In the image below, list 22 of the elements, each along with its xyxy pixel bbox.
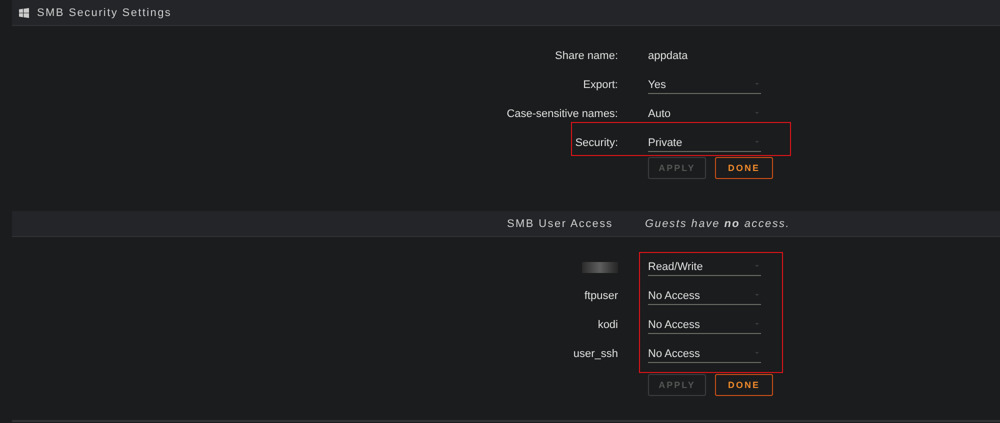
redacted-name [582, 262, 618, 273]
field-label: Security: [574, 136, 618, 149]
dropdown[interactable]: Private [648, 130, 761, 152]
done-button[interactable]: DONE [715, 157, 773, 179]
dropdown[interactable]: No Access [648, 312, 761, 334]
field-label: Share name: [554, 49, 618, 62]
user-name: ftpuser [583, 289, 618, 302]
dropdown[interactable]: Yes [648, 72, 761, 94]
done-button[interactable]: DONE [715, 374, 773, 396]
field-label: Case-sensitive names: [506, 107, 618, 120]
share-name-value: appdata [648, 49, 689, 64]
windows-icon [19, 8, 29, 18]
dropdown[interactable]: Auto [648, 101, 761, 123]
section-title: SMB Security Settings [37, 6, 172, 18]
dropdown[interactable]: No Access [648, 283, 761, 305]
field-label: Export: [582, 78, 618, 91]
user-name: kodi [596, 318, 618, 331]
user-name: user_ssh [572, 347, 618, 360]
section-title: SMB User Access [506, 218, 613, 230]
guest-note: Guests have no access. [645, 218, 790, 230]
dropdown[interactable]: No Access [648, 341, 761, 363]
dropdown[interactable]: Read/Write [648, 254, 761, 276]
